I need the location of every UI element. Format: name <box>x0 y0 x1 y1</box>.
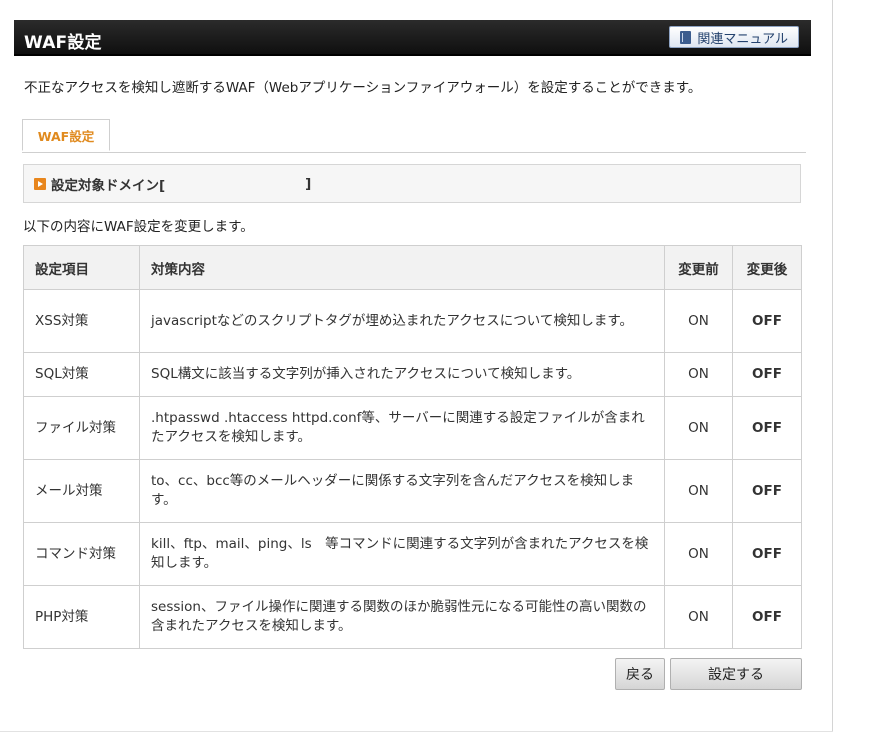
table-row: XSS対策 javascriptなどのスクリプトタグが埋め込まれたアクセスについ… <box>23 289 802 353</box>
waf-settings-table: 設定項目 対策内容 変更前 変更後 XSS対策 javascriptなどのスクリ… <box>23 245 802 649</box>
book-icon <box>680 30 692 44</box>
row-item: XSS対策 <box>23 289 140 353</box>
submit-settings-button[interactable]: 設定する <box>670 658 802 690</box>
back-button[interactable]: 戻る <box>615 658 665 690</box>
row-after-value: OFF <box>732 522 802 586</box>
target-domain-box: 設定対象ドメイン[ ] <box>23 164 801 203</box>
intro-text: 不正なアクセスを検知し遮断するWAF（Webアプリケーションファイアウォール）を… <box>24 80 702 96</box>
table-header-row: 設定項目 対策内容 変更前 変更後 <box>23 245 802 290</box>
row-before-value: ON <box>664 585 733 649</box>
related-manual-label: 関連マニュアル <box>697 31 788 47</box>
waf-settings-page: WAF設定 関連マニュアル 不正なアクセスを検知し遮断するWAF（Webアプリケ… <box>0 0 892 747</box>
row-description: session、ファイル操作に関連する関数のほか脆弱性元になる可能性の高い関数の… <box>139 585 665 649</box>
tab-strip: WAF設定 <box>22 119 806 153</box>
row-description: javascriptなどのスクリプトタグが埋め込まれたアクセスについて検知します… <box>139 289 665 353</box>
row-before-value: ON <box>664 289 733 353</box>
table-row: コマンド対策 kill、ftp、mail、ping、ls 等コマンドに関連する文… <box>23 522 802 586</box>
header-after: 変更後 <box>732 245 802 290</box>
page-title: WAF設定 <box>24 33 102 53</box>
target-domain-label: 設定対象ドメイン[ <box>51 177 166 194</box>
row-after-value: OFF <box>732 289 802 353</box>
table-row: SQL対策 SQL構文に該当する文字列が挿入されたアクセスについて検知します。 … <box>23 352 802 397</box>
row-before-value: ON <box>664 459 733 523</box>
row-description: SQL構文に該当する文字列が挿入されたアクセスについて検知します。 <box>139 352 665 397</box>
row-after-value: OFF <box>732 459 802 523</box>
row-item: ファイル対策 <box>23 396 140 460</box>
row-after-value: OFF <box>732 585 802 649</box>
row-after-value: OFF <box>732 352 802 397</box>
row-description: .htpasswd .htaccess httpd.conf等、サーバーに関連す… <box>139 396 665 460</box>
content-right-border <box>832 0 833 732</box>
change-description: 以下の内容にWAF設定を変更します。 <box>23 219 254 235</box>
arrow-right-icon <box>34 177 46 190</box>
row-item: コマンド対策 <box>23 522 140 586</box>
row-after-value: OFF <box>732 396 802 460</box>
header-setting-item: 設定項目 <box>23 245 140 290</box>
row-item: PHP対策 <box>23 585 140 649</box>
row-description: to、cc、bcc等のメールヘッダーに関係する文字列を含んだアクセスを検知します… <box>139 459 665 523</box>
row-item: SQL対策 <box>23 352 140 397</box>
target-domain-close-bracket: ] <box>305 175 312 192</box>
header-countermeasure: 対策内容 <box>139 245 665 290</box>
tab-waf-settings[interactable]: WAF設定 <box>22 119 110 151</box>
row-before-value: ON <box>664 352 733 397</box>
row-description: kill、ftp、mail、ping、ls 等コマンドに関連する文字列が含まれた… <box>139 522 665 586</box>
content-bottom-border <box>0 731 833 732</box>
target-domain-value <box>167 176 304 191</box>
row-before-value: ON <box>664 396 733 460</box>
table-row: メール対策 to、cc、bcc等のメールヘッダーに関係する文字列を含んだアクセス… <box>23 459 802 523</box>
table-row: PHP対策 session、ファイル操作に関連する関数のほか脆弱性元になる可能性… <box>23 585 802 649</box>
header-before: 変更前 <box>664 245 733 290</box>
row-before-value: ON <box>664 522 733 586</box>
title-bar: WAF設定 関連マニュアル <box>14 20 811 56</box>
related-manual-button[interactable]: 関連マニュアル <box>669 26 799 48</box>
row-item: メール対策 <box>23 459 140 523</box>
table-row: ファイル対策 .htpasswd .htaccess httpd.conf等、サ… <box>23 396 802 460</box>
